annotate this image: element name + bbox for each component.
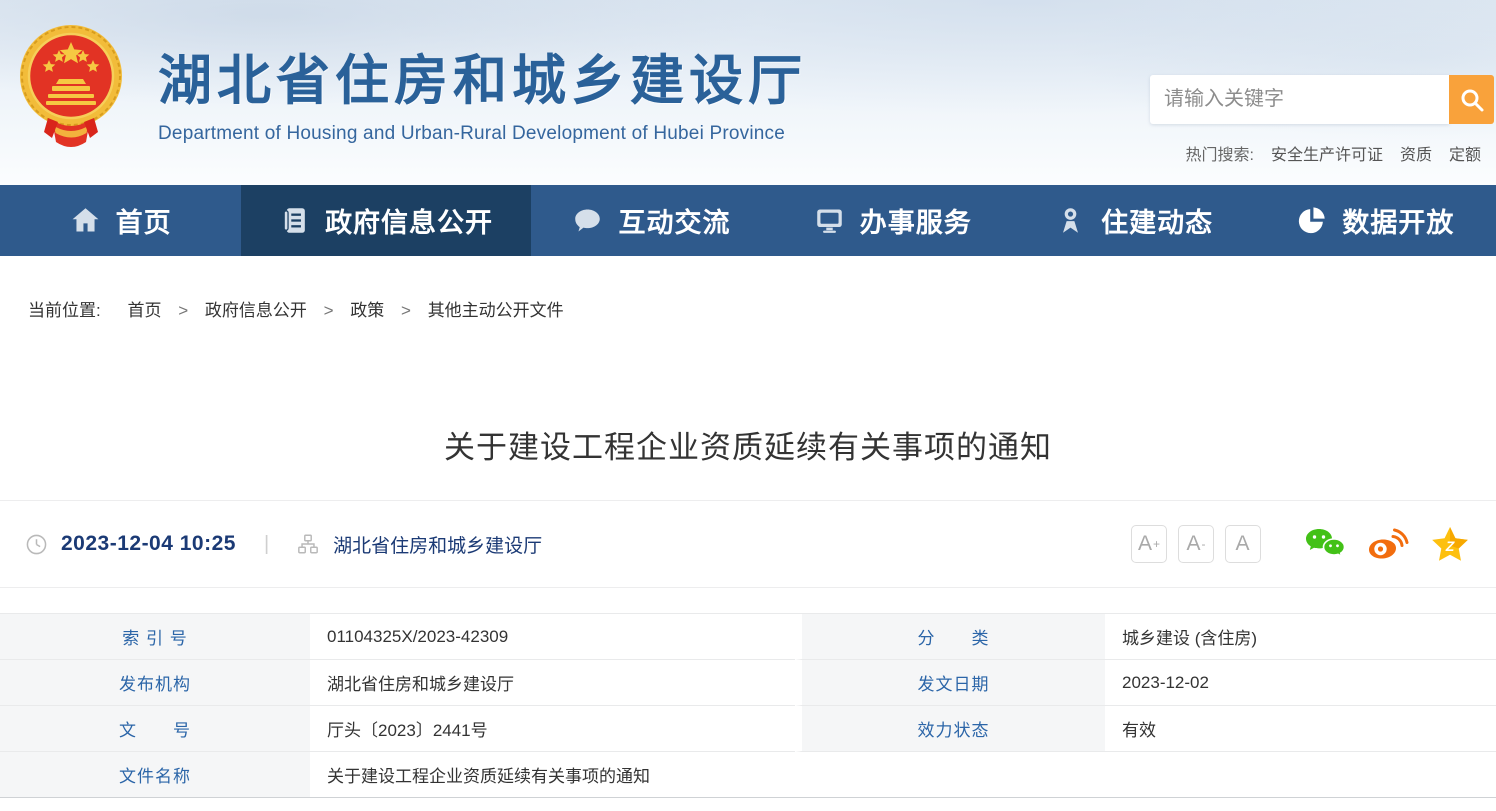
article-info-bar: 2023-12-04 10:25 | 湖北省住房和城乡建设厅 A+ A- A — [0, 500, 1496, 588]
nav-item-news[interactable]: 住建动态 — [1013, 185, 1254, 256]
breadcrumb-item-home[interactable]: 首页 — [127, 301, 161, 320]
meta-label-doc-title: 文件名称 — [0, 752, 310, 798]
search-bar — [1150, 75, 1494, 124]
site-title: 湖北省住房和城乡建设厅 — [158, 36, 807, 115]
weibo-share-icon[interactable] — [1367, 527, 1409, 561]
site-subtitle: Department of Housing and Urban-Rural De… — [158, 123, 807, 145]
publish-time: 2023-12-04 10:25 — [61, 532, 236, 556]
nav-label: 办事服务 — [860, 201, 972, 240]
clock-icon — [26, 534, 47, 555]
meta-label-index-no: 索 引 号 — [0, 614, 310, 660]
meta-value-doc-number: 厅头〔2023〕2441号 — [310, 706, 795, 752]
font-btn-label: A — [1138, 532, 1152, 556]
main-nav: 首页 政府信息公开 互动交流 办事服务 住建动态 — [0, 185, 1496, 256]
meta-value-category: 城乡建设 (含住房) — [1105, 614, 1496, 660]
nav-item-open-data[interactable]: 数据开放 — [1255, 185, 1496, 256]
hot-search-link-2[interactable]: 资质 — [1400, 141, 1432, 165]
meta-value-issuing-agency: 湖北省住房和城乡建设厅 — [310, 660, 795, 706]
svg-text:Z: Z — [1445, 538, 1455, 554]
nav-label: 政府信息公开 — [325, 201, 493, 240]
breadcrumb-item-gov-info[interactable]: 政府信息公开 — [205, 301, 307, 320]
meta-label-validity-status: 效力状态 — [795, 706, 1105, 752]
breadcrumb-item-policy[interactable]: 政策 — [350, 301, 384, 320]
meta-label-issuing-agency: 发布机构 — [0, 660, 310, 706]
meta-label-doc-number: 文 号 — [0, 706, 310, 752]
wechat-share-icon[interactable] — [1304, 527, 1346, 561]
breadcrumb-separator: > — [401, 301, 411, 320]
meta-value-issue-date: 2023-12-02 — [1105, 660, 1496, 706]
font-increase-button[interactable]: A+ — [1131, 525, 1167, 563]
nav-label: 数据开放 — [1342, 201, 1454, 240]
national-emblem-logo — [18, 22, 124, 154]
chat-bubble-icon — [572, 205, 603, 236]
breadcrumb-label: 当前位置: — [28, 301, 101, 320]
font-decrease-button[interactable]: A- — [1178, 525, 1214, 563]
info-divider: | — [264, 533, 269, 556]
breadcrumb-separator: > — [324, 301, 334, 320]
breadcrumb-separator: > — [178, 301, 188, 320]
hot-search-label: 热门搜索: — [1186, 141, 1254, 165]
nav-label: 互动交流 — [618, 201, 730, 240]
award-badge-icon — [1055, 205, 1086, 236]
home-icon — [70, 205, 101, 236]
hot-search-row: 热门搜索: 安全生产许可证 资质 定额 — [1186, 141, 1482, 165]
meta-value-index-no: 01104325X/2023-42309 — [310, 614, 795, 660]
site-brand: 湖北省住房和城乡建设厅 Department of Housing and Ur… — [158, 36, 807, 145]
nav-item-home[interactable]: 首页 — [0, 185, 241, 256]
font-btn-label: A — [1235, 532, 1249, 556]
document-icon — [279, 205, 310, 236]
breadcrumb: 当前位置: 首页 > 政府信息公开 > 政策 > 其他主动公开文件 — [0, 256, 1496, 326]
document-meta-table: 索 引 号 01104325X/2023-42309 分 类 城乡建设 (含住房… — [0, 613, 1496, 798]
hot-search-link-3[interactable]: 定额 — [1449, 141, 1481, 165]
meta-value-validity-status: 有效 — [1105, 706, 1496, 752]
nav-item-interaction[interactable]: 互动交流 — [531, 185, 772, 256]
meta-value-doc-title: 关于建设工程企业资质延续有关事项的通知 — [310, 752, 1496, 798]
search-button[interactable] — [1449, 75, 1494, 124]
publish-info: 2023-12-04 10:25 | 湖北省住房和城乡建设厅 — [26, 531, 542, 558]
site-header: 湖北省住房和城乡建设厅 Department of Housing and Ur… — [0, 0, 1496, 185]
monitor-icon — [814, 205, 845, 236]
search-icon — [1459, 87, 1485, 113]
search-input[interactable] — [1150, 75, 1449, 124]
share-buttons: Z — [1304, 526, 1470, 562]
nav-item-services[interactable]: 办事服务 — [772, 185, 1013, 256]
font-btn-label: A — [1186, 532, 1200, 556]
breadcrumb-item-other-docs[interactable]: 其他主动公开文件 — [428, 301, 564, 320]
meta-label-issue-date: 发文日期 — [795, 660, 1105, 706]
article-title: 关于建设工程企业资质延续有关事项的通知 — [0, 422, 1496, 464]
font-reset-button[interactable]: A — [1225, 525, 1261, 563]
nav-label: 首页 — [116, 201, 172, 240]
nav-label: 住建动态 — [1101, 201, 1213, 240]
hot-search-link-1[interactable]: 安全生产许可证 — [1271, 141, 1383, 165]
qzone-share-icon[interactable]: Z — [1430, 526, 1470, 562]
meta-label-category: 分 类 — [795, 614, 1105, 660]
article-tools: A+ A- A — [1131, 525, 1470, 563]
pie-chart-icon — [1296, 205, 1327, 236]
nav-item-gov-info[interactable]: 政府信息公开 — [241, 185, 531, 256]
sitemap-icon — [297, 533, 319, 555]
publish-source: 湖北省住房和城乡建设厅 — [333, 531, 542, 558]
